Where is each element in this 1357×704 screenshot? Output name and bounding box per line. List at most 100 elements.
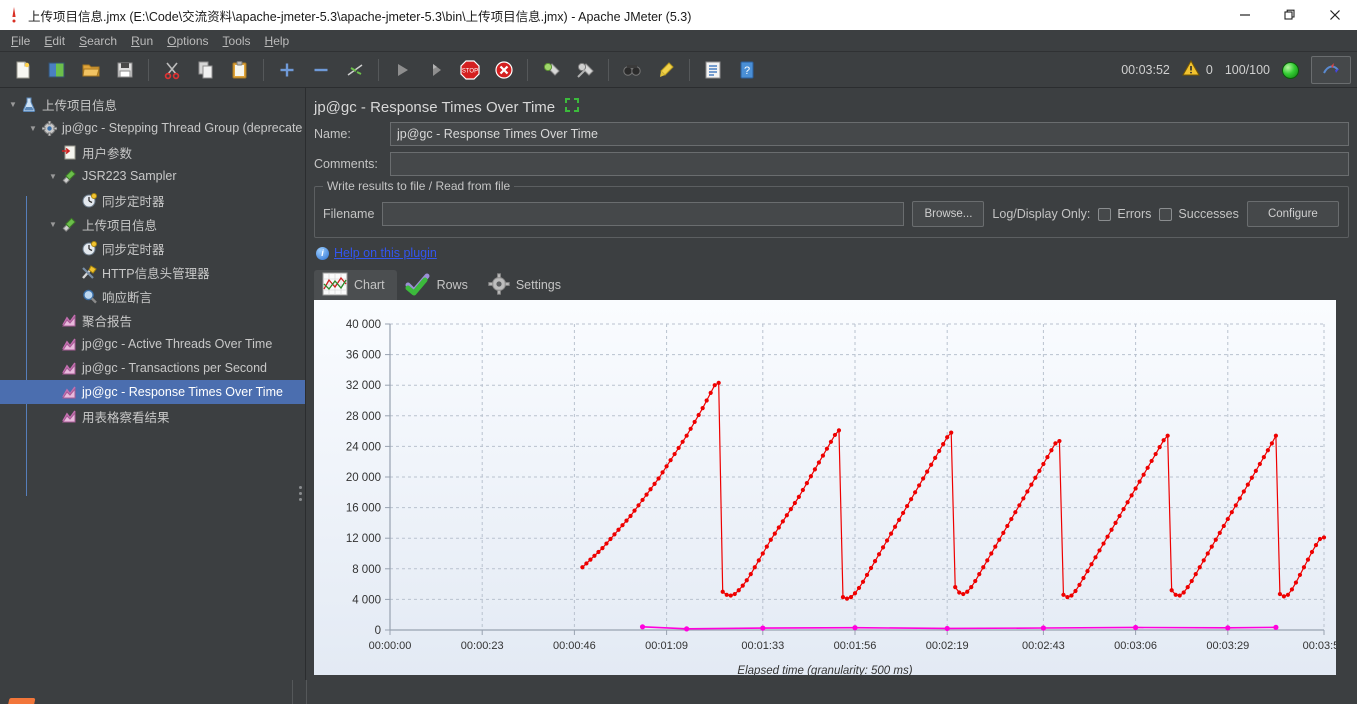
timer-icon [80,240,98,256]
svg-text:8 000: 8 000 [352,564,381,576]
tree-toggle-icon[interactable]: ▼ [46,172,60,181]
tree-item-7[interactable]: HTTP信息头管理器 [0,260,305,284]
comments-input[interactable] [390,152,1349,176]
tree-item-10[interactable]: jp@gc - Active Threads Over Time [0,332,305,356]
filename-input[interactable] [382,202,905,226]
tree-item-12[interactable]: jp@gc - Response Times Over Time [0,380,305,404]
minimize-button[interactable] [1222,0,1267,30]
jmeter-icon [0,0,28,30]
toggle-icon[interactable] [341,56,369,84]
taskbar-accent [6,698,36,704]
warning-icon[interactable] [1181,59,1200,81]
successes-checkbox[interactable]: Successes [1159,207,1239,221]
timer-icon [80,192,98,208]
svg-text:28 000: 28 000 [346,411,381,423]
save-icon[interactable] [111,56,139,84]
svg-text:00:01:09: 00:01:09 [645,640,688,652]
tree-item-1[interactable]: ▼ jp@gc - Stepping Thread Group (deprecat… [0,116,305,140]
expand-all-icon[interactable] [273,56,301,84]
shutdown-icon[interactable] [490,56,518,84]
tab-settings[interactable]: Settings [480,270,573,300]
elapsed-time: 00:03:52 [1121,63,1170,77]
panel-header: jp@gc - Response Times Over Time [306,88,1357,116]
menu-help[interactable]: Help [258,32,297,50]
svg-text:00:00:46: 00:00:46 [553,640,596,652]
templates-icon[interactable] [43,56,71,84]
errors-checkbox-box[interactable] [1098,207,1112,221]
tree-item-13[interactable]: 用表格察看结果 [0,404,305,428]
clear-all-icon[interactable] [571,56,599,84]
menu-tools[interactable]: Tools [216,32,258,50]
splitter-grip[interactable] [297,480,303,506]
copy-icon[interactable] [192,56,220,84]
clear-icon[interactable] [537,56,565,84]
toolbar-separator [689,58,690,81]
listener-icon [60,361,78,376]
tree-toggle-icon[interactable]: ▼ [46,220,60,229]
tree-item-4[interactable]: 同步定时器 [0,188,305,212]
open-icon[interactable] [77,56,105,84]
collapse-all-icon[interactable] [307,56,335,84]
toolbar-separator [378,58,379,81]
svg-text:00:00:00: 00:00:00 [369,640,412,652]
svg-text:24 000: 24 000 [346,441,381,453]
test-plan-tree: ▼ 上传项目信息 ▼ jp@gc - Stepping Thread Group (d… [0,88,305,428]
search-icon[interactable] [618,56,646,84]
help-on-plugin-link[interactable]: Help on this plugin [334,246,437,260]
tab-chart[interactable]: Chart [314,270,397,300]
response-times-chart[interactable]: jmeter-plugins.org JSR223 Sampler 上传项目信息… [314,300,1336,675]
tree-item-label: 上传项目信息 [82,218,158,233]
tree-item-label: 上传项目信息 [42,98,118,113]
close-button[interactable] [1312,0,1357,30]
function-helper-icon[interactable] [699,56,727,84]
tree-item-3[interactable]: ▼ JSR223 Sampler [0,164,305,188]
stop-icon[interactable]: STOP [456,56,484,84]
tree-item-8[interactable]: 响应断言 [0,284,305,308]
paste-icon[interactable] [226,56,254,84]
listener-icon [60,337,78,352]
configure-button[interactable]: Configure [1246,201,1339,227]
tree-item-6[interactable]: 同步定时器 [0,236,305,260]
new-icon[interactable] [9,56,37,84]
log-display-only-label: Log/Display Only: [992,207,1091,221]
start-no-pauses-icon[interactable] [422,56,450,84]
cut-icon[interactable] [158,56,186,84]
title-bar: 上传项目信息.jmx (E:\Code\交流资料\apache-jmeter-5… [0,0,1357,30]
theme-toggle-button[interactable] [1311,56,1351,84]
menu-search[interactable]: Search [72,32,124,50]
help-icon[interactable]: ? [733,56,761,84]
successes-checkbox-box[interactable] [1159,207,1173,221]
tree-item-2[interactable]: 用户参数 [0,140,305,164]
menu-bar: File Edit Search Run Options Tools Help [0,30,1357,52]
expand-panel-icon[interactable] [565,98,580,116]
tree-item-label: jp@gc - Active Threads Over Time [82,337,273,351]
tree-item-5[interactable]: ▼ 上传项目信息 [0,212,305,236]
warning-count: 0 [1205,63,1213,77]
menu-file[interactable]: File [4,32,37,50]
tree-item-9[interactable]: 聚合报告 [0,308,305,332]
menu-run[interactable]: Run [124,32,160,50]
errors-checkbox[interactable]: Errors [1098,207,1151,221]
tree-item-label: 同步定时器 [102,242,165,257]
tree-item-label: 用户参数 [82,146,133,161]
page-title: jp@gc - Response Times Over Time [314,98,556,116]
comments-row: Comments: [306,146,1357,176]
maximize-button[interactable] [1267,0,1312,30]
jmeter-plan-icon [20,97,38,112]
listener-tabs: Chart Rows Settings [306,266,1357,300]
tab-rows[interactable]: Rows [397,270,480,300]
browse-button[interactable]: Browse... [912,201,985,227]
name-input[interactable] [390,122,1349,146]
menu-edit[interactable]: Edit [37,32,72,50]
tree-item-label: jp@gc - Response Times Over Time [82,385,283,399]
search-reset-icon[interactable] [652,56,680,84]
start-icon[interactable] [388,56,416,84]
settings-tab-icon [488,272,510,298]
tree-item-11[interactable]: jp@gc - Transactions per Second [0,356,305,380]
tree-toggle-icon[interactable]: ▼ [26,124,40,133]
tree-item-0[interactable]: ▼ 上传项目信息 [0,92,305,116]
menu-options[interactable]: Options [160,32,215,50]
window-title: 上传项目信息.jmx (E:\Code\交流资料\apache-jmeter-5… [28,9,692,24]
svg-text:00:01:33: 00:01:33 [741,640,784,652]
tree-toggle-icon[interactable]: ▼ [6,100,20,109]
